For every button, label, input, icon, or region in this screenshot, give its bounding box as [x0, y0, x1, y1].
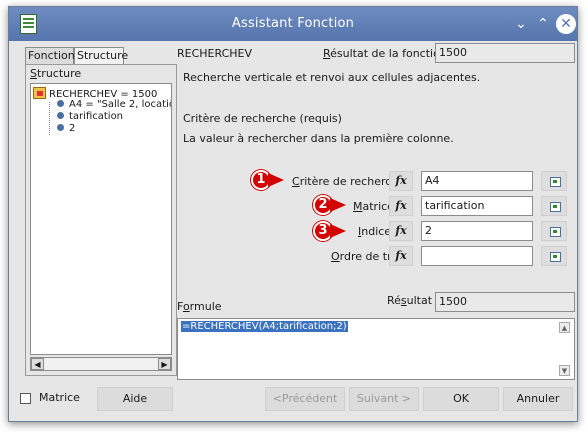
annotation-marker-1: 1 — [251, 170, 297, 190]
function-result-label: Résultat de la fonction — [323, 47, 447, 60]
title-bar: Assistant Fonction ⌄ ⌃ ✕ — [9, 7, 577, 41]
formula-result-field: 1500 — [435, 292, 575, 312]
function-result-label-rest: ésultat de la fonction — [330, 47, 447, 60]
precedent-button[interactable]: <Précédent — [265, 387, 345, 411]
formula-editor[interactable]: =RECHERCHEV(A4;tarification;2) ▲ ▼ — [177, 318, 575, 380]
formula-result-label-rest: ultat — [406, 294, 433, 307]
maximize-icon[interactable]: ⌃ — [533, 14, 553, 34]
shrink-icon[interactable] — [541, 171, 567, 191]
function-name: RECHERCHEV — [177, 47, 253, 60]
aide-button[interactable]: Aide — [97, 387, 173, 411]
shrink-icon[interactable] — [541, 196, 567, 216]
tree-connector — [49, 102, 50, 135]
scroll-right-icon[interactable]: ▶ — [158, 358, 171, 370]
arg-label-ordre-rest: rdre de tri — [339, 250, 395, 263]
formula-label-rest: rmule — [189, 300, 222, 313]
dialog-buttons: Matrice Aide <Précédent Suivant > OK Ann… — [9, 383, 577, 421]
parameter-description: La valeur à rechercher dans la première … — [183, 132, 454, 145]
tree-leaf-icon — [57, 100, 64, 107]
function-result-field: 1500 — [435, 43, 575, 63]
marker-arrow-icon — [330, 224, 346, 238]
scroll-up-icon[interactable]: ▲ — [559, 322, 570, 333]
ok-button[interactable]: OK — [423, 387, 499, 411]
arg-label-ordre: Ordre de tri — [331, 250, 395, 263]
matrice-checkbox-label: Matrice — [39, 391, 80, 404]
shrink-icon[interactable] — [541, 246, 567, 266]
suivant-button[interactable]: Suivant > — [349, 387, 419, 411]
tree-horizontal-scrollbar[interactable]: ◀ ▶ — [30, 357, 172, 371]
tree-leaf-icon — [57, 112, 64, 119]
minimize-icon[interactable]: ⌄ — [511, 14, 531, 34]
tree-child-item[interactable]: A4 = "Salle 2, location un — [57, 99, 171, 110]
function-description: Recherche verticale et renvoi aux cellul… — [183, 71, 481, 84]
shrink-icon[interactable] — [541, 221, 567, 241]
fx-icon[interactable]: fx — [389, 171, 413, 191]
formula-label: Formule — [177, 300, 222, 313]
parameter-title: Critère de recherche (requis) — [183, 112, 342, 125]
fx-icon[interactable]: fx — [389, 246, 413, 266]
arg-label-indice: Indice — [358, 225, 392, 238]
tree-leaf-icon — [57, 124, 64, 131]
scroll-down-icon[interactable]: ▼ — [559, 365, 570, 376]
arg-input-matrice[interactable]: tarification — [421, 196, 533, 216]
structure-panel: Structure RECHERCHEV = 1500 A4 = "Salle … — [25, 64, 177, 376]
tree-function-icon — [33, 87, 46, 99]
matrice-checkbox[interactable] — [20, 393, 31, 404]
window-title: Assistant Fonction — [231, 16, 355, 31]
marker-arrow-icon — [268, 173, 284, 187]
marker-arrow-icon — [330, 198, 346, 212]
formula-text[interactable]: =RECHERCHEV(A4;tarification;2) — [181, 321, 348, 332]
tree-child-label: tarification — [69, 111, 124, 122]
annotation-marker-3: 3 — [313, 221, 359, 241]
tree-child-item[interactable]: 2 — [57, 123, 75, 134]
structure-label: Structure — [30, 67, 82, 80]
tree-child-label: 2 — [69, 123, 76, 134]
structure-label-rest: tructure — [36, 67, 82, 80]
tree-child-label: A4 = "Salle 2, location un — [69, 99, 171, 110]
arg-label-matrice: Matrice — [353, 200, 394, 213]
fx-icon[interactable]: fx — [389, 196, 413, 216]
formula-result-label: Résultat — [387, 294, 433, 307]
structure-tree[interactable]: RECHERCHEV = 1500 A4 = "Salle 2, locatio… — [30, 83, 172, 355]
formula-result-label-first: Ré — [387, 294, 401, 307]
tree-child-item[interactable]: tarification — [57, 111, 123, 122]
close-icon[interactable]: ✕ — [556, 14, 576, 34]
tab-fonctions[interactable]: Fonctions — [25, 47, 81, 65]
function-wizard-window: Assistant Fonction ⌄ ⌃ ✕ Fonctions Struc… — [8, 6, 578, 422]
arg-input-indice[interactable]: 2 — [421, 221, 533, 241]
arg-input-ordre[interactable] — [421, 246, 533, 266]
fx-icon[interactable]: fx — [389, 221, 413, 241]
arg-input-critere[interactable]: A4 — [421, 171, 533, 191]
arg-label-indice-rest: ndice — [361, 225, 392, 238]
annuler-button[interactable]: Annuler — [503, 387, 573, 411]
tab-structure[interactable]: Structure — [74, 47, 128, 65]
scroll-left-icon[interactable]: ◀ — [31, 358, 44, 370]
